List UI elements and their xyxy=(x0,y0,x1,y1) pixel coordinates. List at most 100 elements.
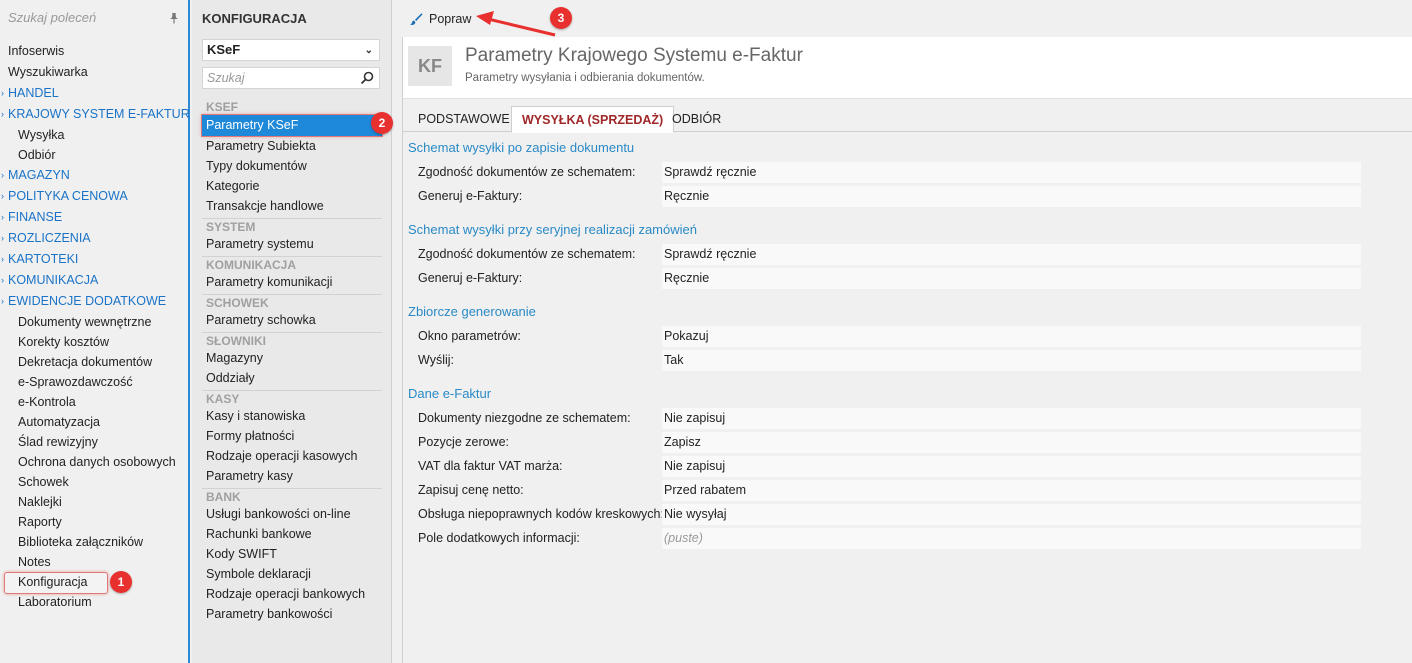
config-item-parametry-systemu[interactable]: Parametry systemu xyxy=(202,234,382,254)
edit-button-label: Popraw xyxy=(429,12,472,26)
config-item-oddzialy[interactable]: Oddziały xyxy=(202,368,382,388)
section-title: Schemat wysyłki po zapisie dokumentu xyxy=(408,140,635,155)
left-navigation: Szukaj poleceń Infoserwis Wyszukiwarka › HA… xyxy=(0,0,190,663)
nav-item-ewidencje-dodatkowe[interactable]: › EWIDENCJE DODATKOWE xyxy=(0,291,190,312)
chevron-right-icon: › xyxy=(1,109,4,119)
section-title: Dane e-Faktur xyxy=(408,386,492,401)
config-item-formy-platnosci[interactable]: Formy płatności xyxy=(202,426,382,446)
nav-item-handel[interactable]: › HANDEL xyxy=(0,83,190,104)
tab-podstawowe[interactable]: PODSTAWOWE xyxy=(408,106,520,132)
nav-item-automatyzacja[interactable]: Automatyzacja xyxy=(0,412,190,432)
nav-item-polityka-cenowa[interactable]: › POLITYKA CENOWA xyxy=(0,186,190,207)
config-list: KSEF Parametry KSeF Parametry Subiekta Typy… xyxy=(202,97,382,624)
nav-item-label: Infoserwis xyxy=(8,44,65,58)
nav-item-komunikacja[interactable]: › KOMUNIKACJA xyxy=(0,270,190,291)
setting-value[interactable]: Pokazuj xyxy=(662,326,1361,347)
nav-item-wysylka[interactable]: Wysyłka xyxy=(0,125,190,145)
search-icon[interactable] xyxy=(360,71,374,85)
nav-item-e-kontrola[interactable]: e-Kontrola xyxy=(0,392,190,412)
setting-value[interactable]: Sprawdź ręcznie xyxy=(662,244,1361,265)
nav-item-laboratorium[interactable]: Laboratorium xyxy=(0,592,190,612)
nav-item-label: ROZLICZENIA xyxy=(8,231,91,245)
nav-item-raporty[interactable]: Raporty xyxy=(0,512,190,532)
chevron-right-icon: › xyxy=(1,170,4,180)
nav-item-label: MAGAZYN xyxy=(8,168,70,182)
nav-item-biblioteka-zalacznikow[interactable]: Biblioteka załączników xyxy=(0,532,190,552)
setting-value[interactable]: Nie zapisuj xyxy=(662,456,1361,477)
nav-item-infoserwis[interactable]: Infoserwis xyxy=(0,41,190,62)
nav-item-korekty-kosztow[interactable]: Korekty kosztów xyxy=(0,332,190,352)
nav-item-schowek[interactable]: Schowek xyxy=(0,472,190,492)
config-module-value: KSeF xyxy=(207,42,241,57)
section-title: Schemat wysyłki przy seryjnej realizacji… xyxy=(408,222,697,237)
chevron-right-icon: › xyxy=(1,212,4,222)
config-item-parametry-kasy[interactable]: Parametry kasy xyxy=(202,466,382,486)
command-search-input[interactable]: Szukaj poleceń xyxy=(8,10,182,28)
config-group-komunikacja: KOMUNIKACJA xyxy=(202,256,382,272)
setting-value[interactable]: Nie zapisuj xyxy=(662,408,1361,429)
module-badge: KF xyxy=(408,46,452,86)
config-item-symbole-deklaracji[interactable]: Symbole deklaracji xyxy=(202,564,382,584)
setting-row: Obsługa niepoprawnych kodów kreskowych: N… xyxy=(407,503,1407,527)
tab-wysylka[interactable]: WYSYŁKA (SPRZEDAŻ) xyxy=(511,106,675,133)
config-item-rodzaje-operacji-bankowych[interactable]: Rodzaje operacji bankowych xyxy=(202,584,382,604)
config-item-parametry-komunikacji[interactable]: Parametry komunikacji xyxy=(202,272,382,292)
nav-item-wyszukiwarka[interactable]: Wyszukiwarka xyxy=(0,62,190,83)
nav-item-dokumenty-wewnetrzne[interactable]: Dokumenty wewnętrzne xyxy=(0,312,190,332)
nav-item-rozliczenia[interactable]: › ROZLICZENIA xyxy=(0,228,190,249)
chevron-right-icon: › xyxy=(1,88,4,98)
config-item-rachunki-bankowe[interactable]: Rachunki bankowe xyxy=(202,524,382,544)
config-item-uslugi-bankowosci-on-line[interactable]: Usługi bankowości on-line xyxy=(202,504,382,524)
setting-value[interactable]: Zapisz xyxy=(662,432,1361,453)
config-item-transakcje-handlowe[interactable]: Transakcje handlowe xyxy=(202,196,382,216)
config-search-input[interactable]: Szukaj xyxy=(202,67,380,89)
nav-item-finanse[interactable]: › FINANSE xyxy=(0,207,190,228)
annotation-badge-1: 1 xyxy=(110,571,132,593)
setting-label: Obsługa niepoprawnych kodów kreskowych: xyxy=(418,507,664,521)
config-item-magazyny[interactable]: Magazyny xyxy=(202,348,382,368)
nav-item-label: Biblioteka załączników xyxy=(18,535,144,549)
nav-item-krajowy-system-e-faktur[interactable]: › KRAJOWY SYSTEM E-FAKTUR xyxy=(0,104,190,125)
nav-item-e-sprawozdawczosc[interactable]: e-Sprawozdawczość xyxy=(0,372,190,392)
config-item-parametry-bankowosci[interactable]: Parametry bankowości xyxy=(202,604,382,624)
nav-item-ochrona-danych-osobowych[interactable]: Ochrona danych osobowych xyxy=(0,452,190,472)
nav-item-naklejki[interactable]: Naklejki xyxy=(0,492,190,512)
config-item-kasy-i-stanowiska[interactable]: Kasy i stanowiska xyxy=(202,406,382,426)
config-item-parametry-ksef[interactable]: Parametry KSeF xyxy=(202,115,382,136)
config-item-parametry-schowka[interactable]: Parametry schowka xyxy=(202,310,382,330)
nav-item-kartoteki[interactable]: › KARTOTEKI xyxy=(0,249,190,270)
setting-value[interactable]: Tak xyxy=(662,350,1361,371)
nav-item-label: Notes xyxy=(18,555,51,569)
config-group-kasy: KASY xyxy=(202,390,382,406)
pin-icon[interactable] xyxy=(168,12,180,24)
config-item-rodzaje-operacji-kasowych[interactable]: Rodzaje operacji kasowych xyxy=(202,446,382,466)
tab-odbior[interactable]: ODBIÓR xyxy=(662,106,731,132)
chevron-right-icon: › xyxy=(1,275,4,285)
setting-value[interactable]: Ręcznie xyxy=(662,268,1361,289)
nav-item-label: Automatyzacja xyxy=(18,415,100,429)
config-item-kategorie[interactable]: Kategorie xyxy=(202,176,382,196)
nav-item-label: Raporty xyxy=(18,515,62,529)
nav-item-slad-rewizyjny[interactable]: Ślad rewizyjny xyxy=(0,432,190,452)
config-panel: KONFIGURACJA KSeF ⌄ Szukaj KSEF Parametry… xyxy=(192,0,392,663)
nav-item-label: e-Kontrola xyxy=(18,395,76,409)
config-module-select[interactable]: KSeF ⌄ xyxy=(202,39,380,61)
nav-item-odbior[interactable]: Odbiór xyxy=(0,145,190,165)
setting-value[interactable]: Sprawdź ręcznie xyxy=(662,162,1361,183)
setting-value[interactable]: Ręcznie xyxy=(662,186,1361,207)
setting-value[interactable]: (puste) xyxy=(662,528,1361,549)
setting-value[interactable]: Nie wysyłaj xyxy=(662,504,1361,525)
nav-item-konfiguracja[interactable]: Konfiguracja xyxy=(0,572,190,594)
page-subtitle: Parametry wysyłania i odbierania dokumen… xyxy=(465,72,705,84)
setting-row: Pole dodatkowych informacji: (puste) xyxy=(407,527,1407,551)
config-item-typy-dokumentow[interactable]: Typy dokumentów xyxy=(202,156,382,176)
nav-item-dekretacja-dokumentow[interactable]: Dekretacja dokumentów xyxy=(0,352,190,372)
config-item-kody-swift[interactable]: Kody SWIFT xyxy=(202,544,382,564)
setting-value[interactable]: Przed rabatem xyxy=(662,480,1361,501)
nav-item-label: Dokumenty wewnętrzne xyxy=(18,315,152,329)
config-item-parametry-subiekta[interactable]: Parametry Subiekta xyxy=(202,136,382,156)
nav-item-magazyn[interactable]: › MAGAZYN xyxy=(0,165,190,186)
edit-button[interactable]: Popraw xyxy=(409,9,471,29)
nav-item-notes[interactable]: Notes xyxy=(0,552,190,572)
